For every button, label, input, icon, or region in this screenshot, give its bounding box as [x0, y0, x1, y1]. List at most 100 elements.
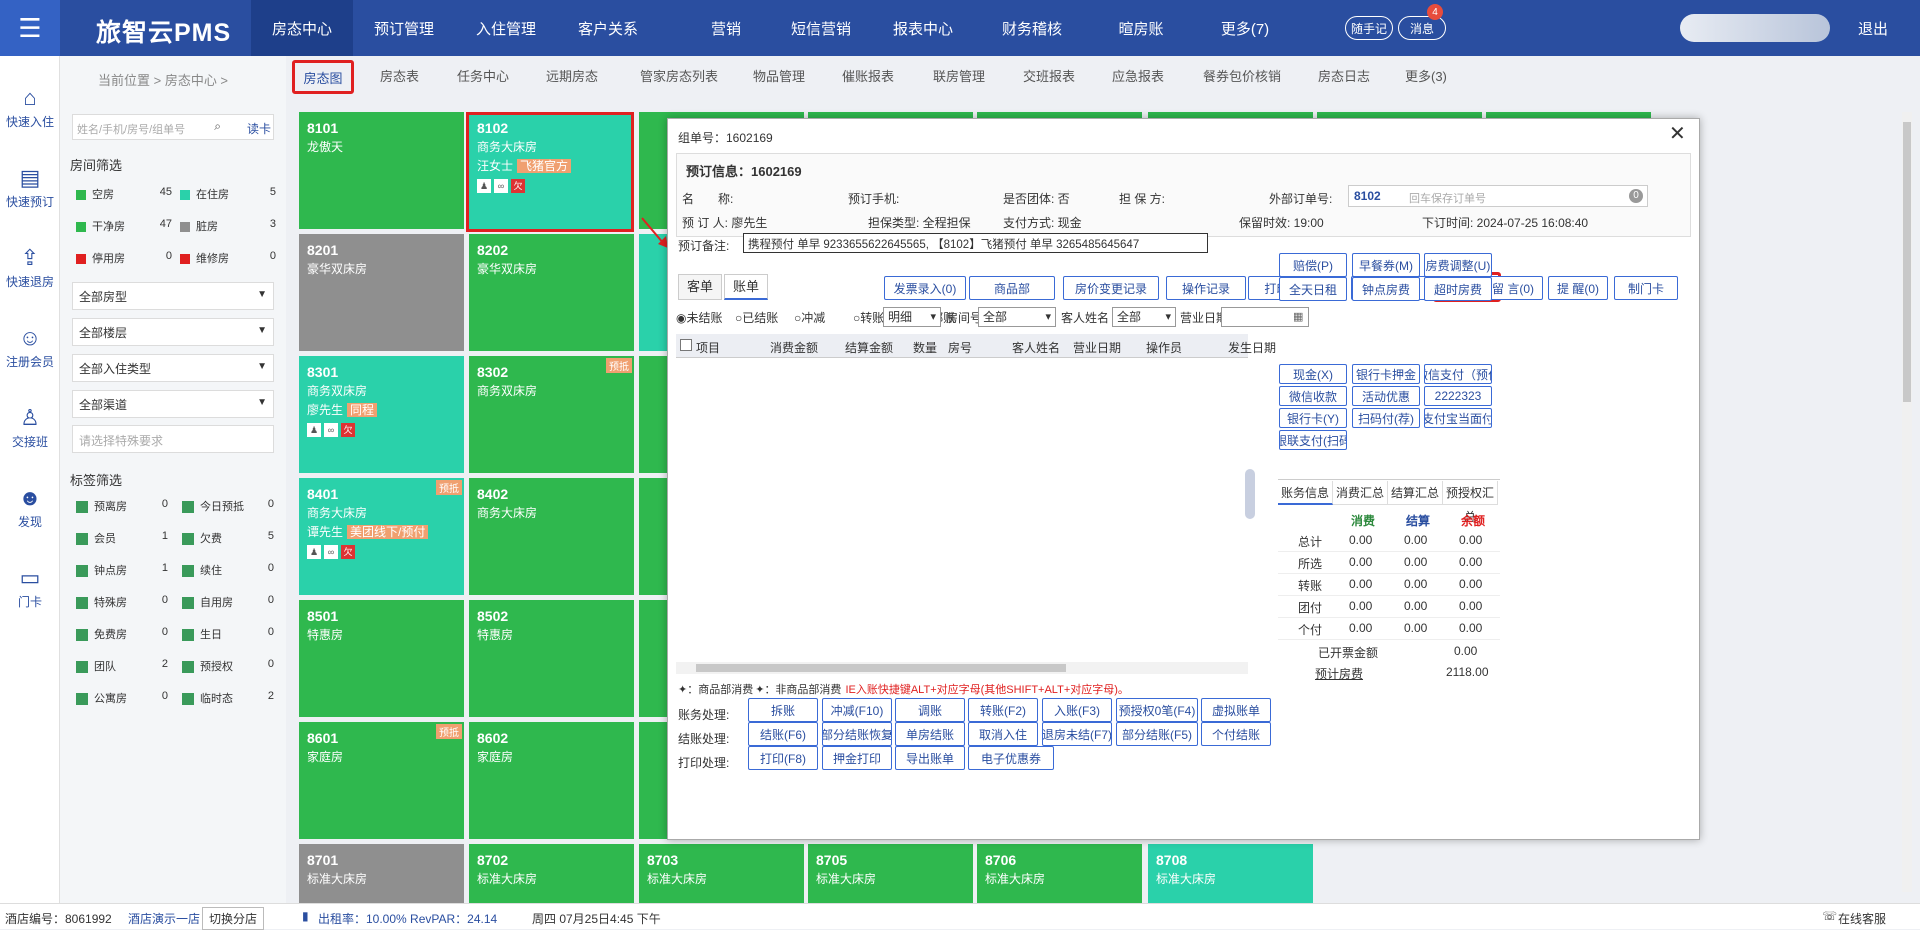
tag-filter-9[interactable]: 生日 0	[182, 626, 274, 642]
room-stat-0[interactable]: 空房 45	[76, 186, 172, 202]
subnav-tab-active[interactable]: 房态图	[292, 60, 354, 94]
note-button[interactable]: 随手记	[1345, 16, 1393, 40]
subnav-tab-12[interactable]: 更多(3)	[1405, 66, 1447, 85]
pay-btn-7[interactable]: 扫码付(荐)	[1352, 408, 1420, 428]
switch-branch-button[interactable]: 切换分店	[202, 907, 265, 930]
filter-select-1[interactable]: 全部楼层 ▼	[72, 318, 274, 346]
room-card[interactable]: 8701 标准大床房	[299, 844, 464, 903]
right-btn-4[interactable]: 钟点房费	[1352, 277, 1420, 301]
pay-btn-2[interactable]: 微信支付（预付	[1424, 364, 1492, 384]
right-btn-0[interactable]: 赔偿(P)	[1279, 253, 1347, 277]
room-card[interactable]: 8602 家庭房	[469, 722, 634, 839]
logout-link[interactable]: 退出	[1858, 18, 1888, 39]
filter-radio-3[interactable]: ○转账	[853, 309, 884, 326]
tag-filter-2[interactable]: 会员 1	[76, 530, 168, 546]
subnav-tab-9[interactable]: 应急报表	[1112, 66, 1164, 85]
action-btn-settle_btns-4[interactable]: 退房未结(F7)	[1042, 722, 1112, 746]
room-stat-2[interactable]: 干净房 47	[76, 218, 172, 234]
scrollbar-thumb[interactable]	[1903, 122, 1911, 402]
action-btn-settle_btns-2[interactable]: 单房结账	[895, 722, 965, 746]
pay-btn-1[interactable]: 银行卡押金	[1352, 364, 1420, 384]
topnav-4[interactable]: 营销	[675, 0, 777, 56]
room-card[interactable]: 8702 标准大床房	[469, 844, 634, 903]
tag-filter-10[interactable]: 团队 2	[76, 658, 168, 674]
action-btn-settle_btns-0[interactable]: 结账(F6)	[748, 722, 818, 746]
top-btn-8[interactable]: 提 醒(0)	[1548, 276, 1608, 300]
filter-radio-1[interactable]: ○已结账	[735, 309, 778, 326]
tag-filter-13[interactable]: 临时态 2	[182, 690, 274, 706]
est-room-fee-label[interactable]: 预计房费	[1315, 665, 1363, 682]
right-btn-5[interactable]: 超时房费	[1424, 277, 1492, 301]
page-scrollbar[interactable]	[1902, 112, 1912, 892]
menu-icon[interactable]: ☰	[0, 0, 60, 56]
room-card[interactable]: 8703 标准大床房	[639, 844, 804, 903]
top-btn-7[interactable]: 留 言(0)	[1483, 276, 1543, 300]
scrollbar-thumb[interactable]	[696, 664, 1066, 672]
filter-select-2[interactable]: 全部入住类型 ▼	[72, 354, 274, 382]
calendar-icon[interactable]: ▦	[1293, 310, 1303, 323]
tag-filter-0[interactable]: 预离房 0	[76, 498, 168, 514]
bill-table-scrollbar[interactable]	[676, 662, 1248, 674]
top-btn-1[interactable]: 商品部	[969, 276, 1055, 300]
room-stat-1[interactable]: 在住房 5	[180, 186, 276, 202]
sidebar-item-6[interactable]: ▭ 门卡	[0, 553, 60, 619]
filter-select-3[interactable]: 全部渠道 ▼	[72, 390, 274, 418]
top-btn-2[interactable]: 房价变更记录	[1063, 276, 1159, 300]
message-button[interactable]: 消息	[1398, 16, 1446, 40]
tag-filter-3[interactable]: 欠费 5	[182, 530, 274, 546]
filter-select-0[interactable]: 全部房型 ▼	[72, 282, 274, 310]
tag-filter-1[interactable]: 今日预抵 0	[182, 498, 274, 514]
tag-filter-5[interactable]: 续住 0	[182, 562, 274, 578]
room-card[interactable]: 8301 商务双床房 廖先生 同程 ♟ ∞ 欠	[299, 356, 464, 473]
subnav-tab-7[interactable]: 联房管理	[933, 66, 985, 85]
action-btn-acct_btns-3[interactable]: 转账(F2)	[968, 698, 1038, 722]
room-card[interactable]: 8705 标准大床房	[808, 844, 973, 903]
room-stat-5[interactable]: 维修房 0	[180, 250, 276, 266]
subnav-tab-8[interactable]: 交班报表	[1023, 66, 1075, 85]
topnav-3[interactable]: 客户关系	[557, 0, 659, 56]
dialog-tab-0[interactable]: 客单	[678, 274, 722, 300]
topnav-1[interactable]: 预订管理	[353, 0, 455, 56]
action-btn-settle_btns-1[interactable]: 部分结账恢复	[822, 722, 892, 746]
remark-field[interactable]: 携程预付 单早 9233655622645565, 【8102】飞猪预付 单早 …	[743, 233, 1208, 253]
topnav-0[interactable]: 房态中心	[251, 0, 353, 56]
summary-tab-0[interactable]: 账务信息	[1278, 481, 1333, 505]
search-input[interactable]: 姓名/手机/房号/组单号 ⌕ 读卡	[72, 114, 274, 140]
search-icon[interactable]: ⌕	[214, 119, 221, 134]
sidebar-item-5[interactable]: ☻ 发现	[0, 473, 60, 539]
panel-toggle-handle[interactable]	[1245, 469, 1255, 519]
select-all-checkbox[interactable]	[680, 339, 692, 351]
guest-name-select[interactable]: 全部	[1112, 307, 1176, 327]
action-btn-acct_btns-5[interactable]: 预授权0笔(F4)	[1116, 698, 1198, 722]
action-btn-acct_btns-1[interactable]: 冲减(F10)	[822, 698, 892, 722]
room-card[interactable]: 8601 家庭房 预抵	[299, 722, 464, 839]
action-btn-acct_btns-2[interactable]: 调账	[895, 698, 965, 722]
action-btn-settle_btns-5[interactable]: 部分结账(F5)	[1116, 722, 1198, 746]
room-card[interactable]: 8502 特惠房	[469, 600, 634, 717]
filter-radio-0[interactable]: ◉未结账	[676, 309, 723, 326]
room-card[interactable]: 8708 标准大床房	[1148, 844, 1313, 903]
tag-filter-12[interactable]: 公寓房 0	[76, 690, 168, 706]
detail-select[interactable]: 明细	[883, 307, 941, 327]
pay-btn-9[interactable]: 银联支付(扫码	[1279, 430, 1347, 450]
close-icon[interactable]: ✕	[1669, 121, 1686, 146]
summary-tab-1[interactable]: 消费汇总	[1333, 481, 1388, 505]
topnav-5[interactable]: 短信营销	[770, 0, 872, 56]
action-btn-settle_btns-3[interactable]: 取消入住	[968, 722, 1038, 746]
subnav-tab-4[interactable]: 管家房态列表	[640, 66, 718, 85]
pay-btn-4[interactable]: 活动优惠	[1352, 386, 1420, 406]
room-card[interactable]: 8302 商务双床房 预抵	[469, 356, 634, 473]
subnav-tab-11[interactable]: 房态日志	[1318, 66, 1370, 85]
action-btn-acct_btns-4[interactable]: 入账(F3)	[1042, 698, 1112, 722]
action-btn-print_btns-3[interactable]: 电子优惠券	[968, 746, 1054, 770]
sidebar-item-2[interactable]: ⇪ 快速退房	[0, 233, 60, 299]
tag-filter-4[interactable]: 钟点房 1	[76, 562, 168, 578]
top-btn-0[interactable]: 发票录入(0)	[884, 276, 966, 300]
sidebar-item-3[interactable]: ☺ 注册会员	[0, 313, 60, 379]
topnav-8[interactable]: 暄房账	[1090, 0, 1192, 56]
topnav-9[interactable]: 更多(7)	[1194, 0, 1296, 56]
tag-filter-11[interactable]: 预授权 0	[182, 658, 274, 674]
tag-filter-6[interactable]: 特殊房 0	[76, 594, 168, 610]
room-card[interactable]: 8706 标准大床房	[977, 844, 1142, 903]
user-avatar[interactable]	[1680, 14, 1830, 42]
